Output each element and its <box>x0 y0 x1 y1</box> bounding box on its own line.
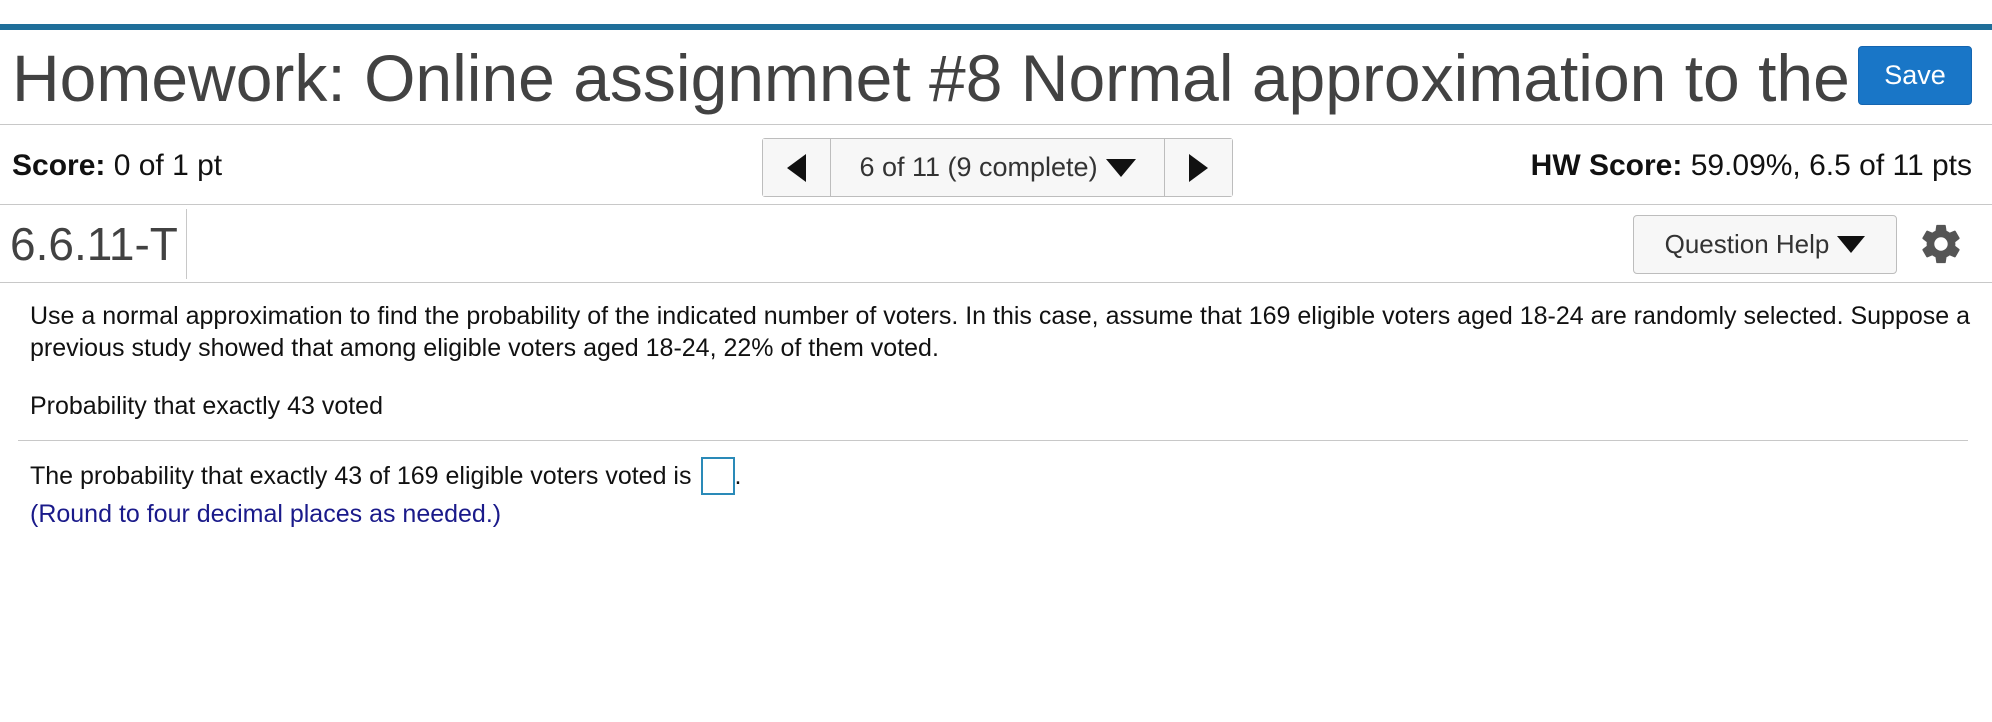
question-bar: 6.6.11-T Question Help <box>0 205 1992 283</box>
title-bar: Homework: Online assignmnet #8 Normal ap… <box>0 30 1992 125</box>
problem-area: Use a normal approximation to find the p… <box>30 300 1971 420</box>
caret-down-icon <box>1105 158 1136 177</box>
gear-icon[interactable] <box>1918 221 1964 267</box>
question-help-button[interactable]: Question Help <box>1633 215 1897 274</box>
answer-prompt: The probability that exactly 43 of 169 e… <box>30 461 692 490</box>
score-value: 0 of 1 pt <box>113 149 223 182</box>
question-position-text: 6 of 11 (9 complete) <box>859 152 1098 182</box>
question-id: 6.6.11-T <box>10 218 178 270</box>
question-help-label: Question Help <box>1664 229 1830 259</box>
previous-question-button[interactable] <box>763 139 831 196</box>
triangle-left-icon <box>787 153 806 182</box>
hw-score: HW Score: 59.09%, 6.5 of 11 pts <box>1531 149 1972 183</box>
score-bar: Score: 0 of 1 pt 6 of 11 (9 complete) HW… <box>0 125 1992 205</box>
answer-suffix: . <box>734 461 742 490</box>
page-title: Homework: Online assignmnet #8 Normal ap… <box>12 41 1850 115</box>
question-id-divider <box>186 209 187 279</box>
next-question-button[interactable] <box>1164 139 1232 196</box>
caret-down-icon <box>1837 236 1866 253</box>
hw-score-label: HW Score: <box>1530 149 1683 182</box>
rounding-instruction: (Round to four decimal places as needed.… <box>30 500 502 528</box>
section-divider <box>18 440 1968 441</box>
problem-statement: Use a normal approximation to find the p… <box>30 302 1971 362</box>
answer-input[interactable] <box>700 457 735 495</box>
hw-score-value: 59.09%, 6.5 of 11 pts <box>1690 149 1972 182</box>
question-navigator: 6 of 11 (9 complete) <box>762 138 1233 197</box>
sub-question: Probability that exactly 43 voted <box>30 392 383 420</box>
score: Score: 0 of 1 pt <box>12 149 222 183</box>
answer-statement: The probability that exactly 43 of 169 e… <box>30 457 741 495</box>
save-button[interactable]: Save <box>1858 46 1972 105</box>
score-label: Score: <box>12 149 106 182</box>
top-strip <box>0 0 1992 24</box>
question-selector-dropdown[interactable]: 6 of 11 (9 complete) <box>831 139 1164 196</box>
triangle-right-icon <box>1189 153 1208 182</box>
